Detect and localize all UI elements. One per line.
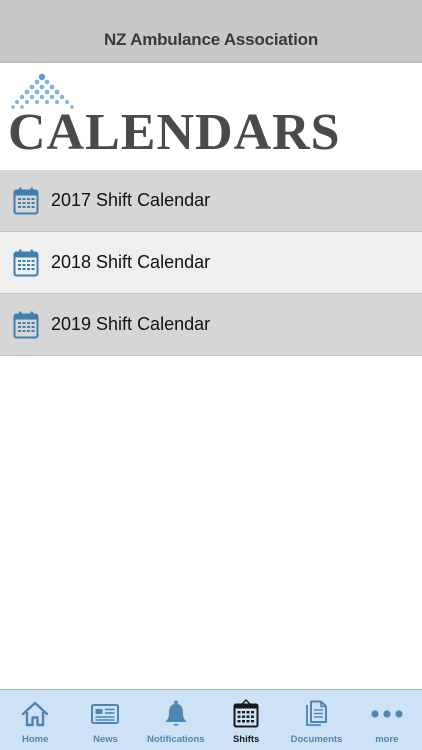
banner-title: CALENDARS bbox=[8, 104, 341, 161]
tab-label: more bbox=[375, 734, 399, 745]
calendar-row-2019[interactable]: 2019 Shift Calendar bbox=[0, 294, 422, 356]
tab-home[interactable]: Home bbox=[0, 690, 70, 750]
tab-notifications[interactable]: Notifications bbox=[141, 690, 211, 750]
tab-more[interactable]: more bbox=[352, 690, 422, 750]
documents-icon bbox=[302, 698, 330, 730]
calendar-icon bbox=[13, 187, 39, 215]
calendar-row-label: 2019 Shift Calendar bbox=[51, 314, 211, 334]
tab-label: Home bbox=[21, 734, 49, 745]
calendar-icon bbox=[232, 698, 260, 730]
calendar-row-2017[interactable]: 2017 Shift Calendar bbox=[0, 170, 422, 232]
app-screen: NZ Ambulance Association CALENDARS 2017 … bbox=[0, 0, 422, 750]
tab-documents[interactable]: Documents bbox=[281, 690, 351, 750]
tab-news[interactable]: News bbox=[70, 690, 140, 750]
bell-icon bbox=[162, 698, 190, 730]
tab-label: Documents bbox=[290, 734, 343, 745]
tab-label: Notifications bbox=[147, 734, 205, 745]
newspaper-icon bbox=[89, 698, 121, 730]
calendar-icon bbox=[13, 311, 39, 339]
calendar-icon bbox=[13, 249, 39, 277]
calendar-list: 2017 Shift Calendar 2018 Shift Calendar bbox=[0, 170, 422, 356]
calendar-row-label: 2018 Shift Calendar bbox=[51, 252, 211, 272]
tab-shifts[interactable]: Shifts bbox=[211, 690, 281, 750]
calendar-row-2018[interactable]: 2018 Shift Calendar bbox=[0, 232, 422, 294]
tab-label: Shifts bbox=[232, 734, 260, 745]
navigation-bar: NZ Ambulance Association bbox=[0, 0, 422, 63]
more-icon bbox=[370, 698, 404, 730]
tab-label: News bbox=[93, 734, 118, 745]
calendars-banner: CALENDARS bbox=[0, 63, 422, 170]
tab-bar: Home News Notifications Shifts Documents… bbox=[0, 689, 422, 750]
app-title: NZ Ambulance Association bbox=[103, 30, 319, 49]
calendar-row-label: 2017 Shift Calendar bbox=[51, 190, 211, 210]
home-icon bbox=[20, 698, 50, 730]
